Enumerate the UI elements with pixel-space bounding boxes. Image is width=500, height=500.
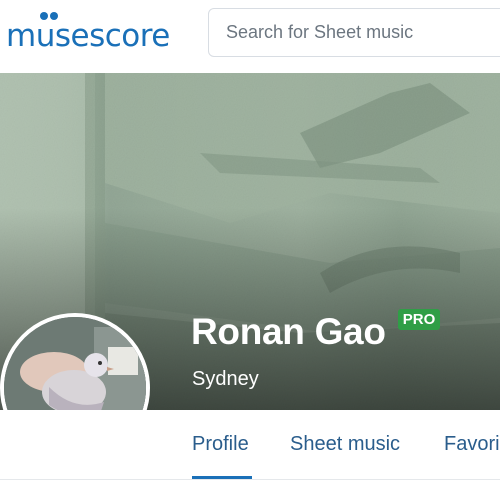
profile-tabs: Profile Sheet music Favori <box>0 410 500 480</box>
tab-profile[interactable]: Profile <box>192 433 249 456</box>
tab-sheet-music[interactable]: Sheet music <box>290 433 400 456</box>
site-header: m u sescore <box>0 0 500 68</box>
logo-u-with-notes: u <box>36 12 58 52</box>
active-tab-indicator <box>192 476 252 479</box>
search-box[interactable] <box>208 8 500 57</box>
profile-name: Ronan Gao <box>191 311 386 352</box>
logo-text-rest: sescore <box>54 18 171 54</box>
pro-badge: PRO <box>398 309 440 330</box>
musescore-logo[interactable]: m u sescore <box>6 12 170 52</box>
search-input[interactable] <box>226 22 500 43</box>
music-notes-icon <box>39 12 58 20</box>
profile-location: Sydney <box>192 368 259 390</box>
logo-text-m: m <box>6 18 36 54</box>
tab-favorites[interactable]: Favori <box>444 433 500 456</box>
